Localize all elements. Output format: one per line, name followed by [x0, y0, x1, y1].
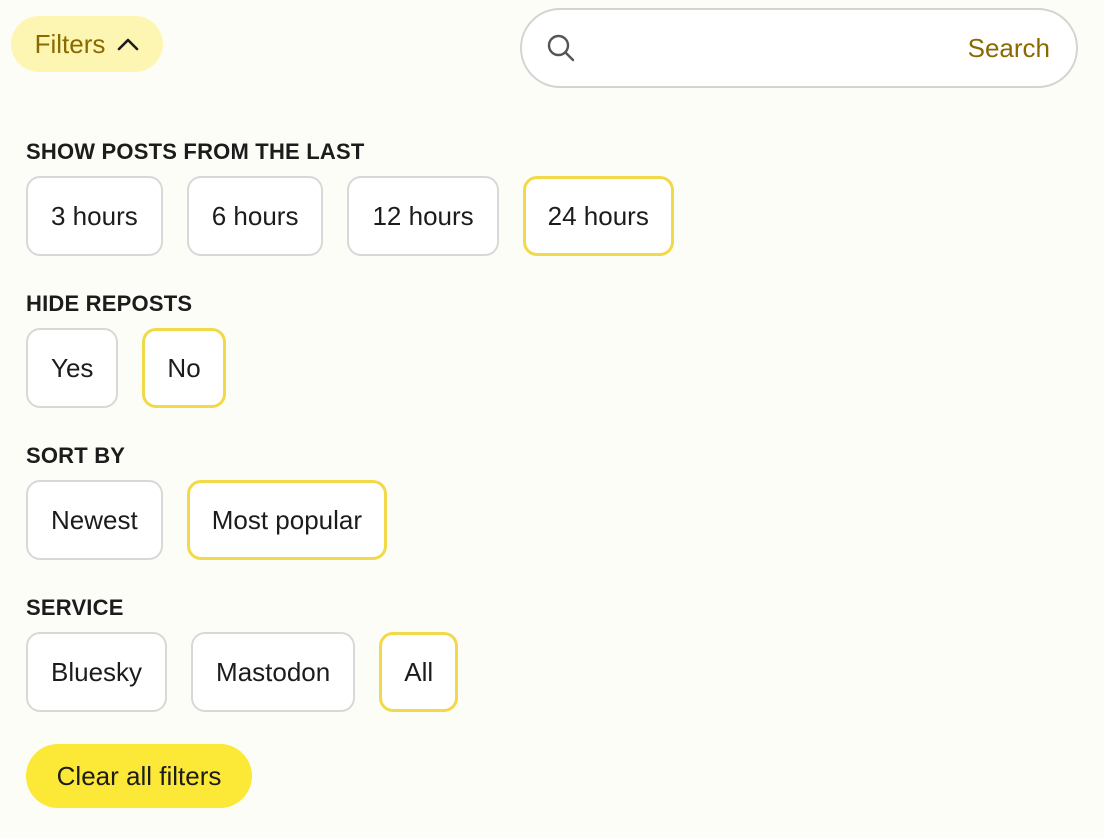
service-option-mastodon[interactable]: Mastodon: [191, 632, 356, 712]
service-options: Bluesky Mastodon All: [26, 632, 459, 712]
chevron-up-icon: [117, 37, 139, 51]
search-input[interactable]: [588, 31, 1052, 65]
search-icon: [546, 33, 576, 63]
search-box[interactable]: [520, 8, 1078, 88]
hide-reposts-label: HIDE REPOSTS: [26, 291, 193, 316]
reposts-option-no[interactable]: No: [142, 328, 226, 408]
service-option-all[interactable]: All: [379, 632, 459, 712]
time-range-label: SHOW POSTS FROM THE LAST: [26, 139, 365, 164]
reposts-option-yes[interactable]: Yes: [26, 328, 119, 408]
sort-option-most-popular[interactable]: Most popular: [186, 480, 388, 560]
time-option-3-hours[interactable]: 3 hours: [26, 176, 163, 256]
sort-by-options: Newest Most popular: [26, 480, 388, 560]
filters-toggle-label: Filters: [34, 28, 106, 59]
service-label: SERVICE: [26, 595, 124, 620]
sort-by-label: SORT BY: [26, 443, 126, 468]
time-option-24-hours[interactable]: 24 hours: [522, 176, 674, 256]
sort-option-newest[interactable]: Newest: [26, 480, 163, 560]
hide-reposts-options: Yes No: [26, 328, 226, 408]
time-range-options: 3 hours 6 hours 12 hours 24 hours: [26, 176, 674, 256]
filters-toggle-button[interactable]: Filters: [11, 16, 163, 72]
time-option-12-hours[interactable]: 12 hours: [347, 176, 499, 256]
service-option-bluesky[interactable]: Bluesky: [26, 632, 168, 712]
time-option-6-hours[interactable]: 6 hours: [186, 176, 324, 256]
clear-all-filters-button[interactable]: Clear all filters: [26, 744, 252, 808]
